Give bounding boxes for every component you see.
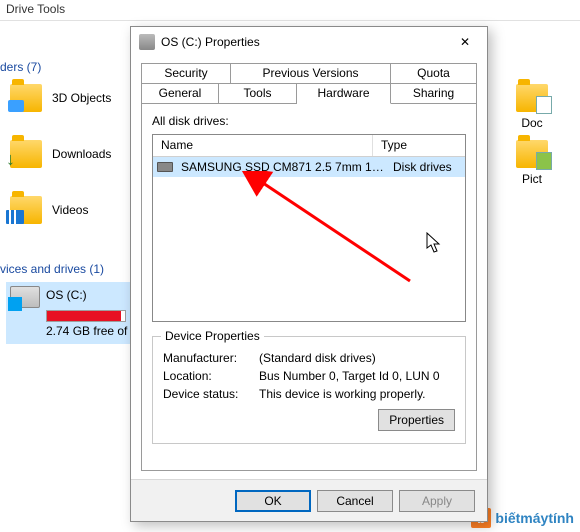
tab-sharing[interactable]: Sharing [391, 83, 477, 104]
folder-icon [10, 196, 42, 224]
properties-button[interactable]: Properties [378, 409, 455, 431]
drive-icon [139, 34, 155, 50]
list-row[interactable]: SAMSUNG SSD CM871 2.5 7mm 128GB Disk dri… [153, 157, 465, 177]
disk-drive-icon [157, 162, 173, 172]
folder-icon [10, 140, 42, 168]
dialog-title: OS (C:) Properties [161, 35, 443, 49]
drive-item-os-c[interactable]: OS (C:) 2.74 GB free of [6, 282, 132, 344]
devices-group-header: vices and drives (1) [0, 262, 104, 276]
apply-button[interactable]: Apply [399, 490, 475, 512]
watermark-text: biếtmáytính [495, 510, 574, 526]
folder-label: 3D Objects [52, 91, 111, 105]
tab-security[interactable]: Security [141, 63, 231, 84]
folder-item-videos[interactable]: Videos [10, 196, 88, 224]
column-header-name[interactable]: Name [153, 135, 373, 156]
column-header-type[interactable]: Type [373, 135, 465, 156]
ribbon-divider [0, 20, 580, 21]
cancel-button[interactable]: Cancel [317, 490, 393, 512]
tab-page-hardware: All disk drives: Name Type SAMSUNG SSD C… [141, 103, 477, 471]
all-disk-drives-label: All disk drives: [152, 114, 466, 128]
folder-label: Doc [521, 116, 542, 130]
drive-icon [10, 286, 40, 308]
folder-icon [10, 84, 42, 112]
dialog-titlebar[interactable]: OS (C:) Properties ✕ [131, 27, 487, 57]
group-legend: Device Properties [161, 329, 264, 343]
location-value: Bus Number 0, Target Id 0, LUN 0 [259, 369, 455, 383]
ok-button[interactable]: OK [235, 490, 311, 512]
device-status-value: This device is working properly. [259, 387, 455, 401]
close-button[interactable]: ✕ [443, 27, 487, 57]
folder-icon [516, 84, 548, 112]
drive-space-gauge [46, 310, 126, 322]
folder-label: Downloads [52, 147, 111, 161]
location-label: Location: [163, 369, 259, 383]
tab-hardware[interactable]: Hardware [297, 83, 391, 104]
folder-item-documents[interactable]: Doc [516, 84, 548, 130]
drive-label: OS (C:) [46, 288, 128, 302]
list-header[interactable]: Name Type [153, 135, 465, 157]
manufacturer-label: Manufacturer: [163, 351, 259, 365]
tab-strip: Security Previous Versions Quota General… [141, 63, 477, 104]
ribbon-tab-drive-tools[interactable]: Drive Tools [6, 2, 65, 16]
folder-item-pictures[interactable]: Pict [516, 140, 548, 186]
dialog-button-row: OK Cancel Apply [131, 479, 487, 521]
folder-icon [516, 140, 548, 168]
tab-quota[interactable]: Quota [391, 63, 477, 84]
tab-tools[interactable]: Tools [219, 83, 297, 104]
row-type: Disk drives [389, 160, 465, 174]
properties-dialog: OS (C:) Properties ✕ Security Previous V… [130, 26, 488, 522]
folder-item-3d-objects[interactable]: 3D Objects [10, 84, 111, 112]
folder-item-downloads[interactable]: Downloads [10, 140, 111, 168]
folder-label: Videos [52, 203, 88, 217]
close-icon: ✕ [460, 35, 470, 49]
disk-drives-list[interactable]: Name Type SAMSUNG SSD CM871 2.5 7mm 128G… [152, 134, 466, 322]
tab-previous-versions[interactable]: Previous Versions [231, 63, 391, 84]
folder-label: Pict [522, 172, 542, 186]
device-status-label: Device status: [163, 387, 259, 401]
drive-free-text: 2.74 GB free of [46, 324, 128, 338]
tab-general[interactable]: General [141, 83, 219, 104]
row-name: SAMSUNG SSD CM871 2.5 7mm 128GB [177, 160, 389, 174]
device-properties-group: Device Properties Manufacturer: (Standar… [152, 336, 466, 444]
folders-group-header: ders (7) [0, 60, 41, 74]
manufacturer-value: (Standard disk drives) [259, 351, 455, 365]
